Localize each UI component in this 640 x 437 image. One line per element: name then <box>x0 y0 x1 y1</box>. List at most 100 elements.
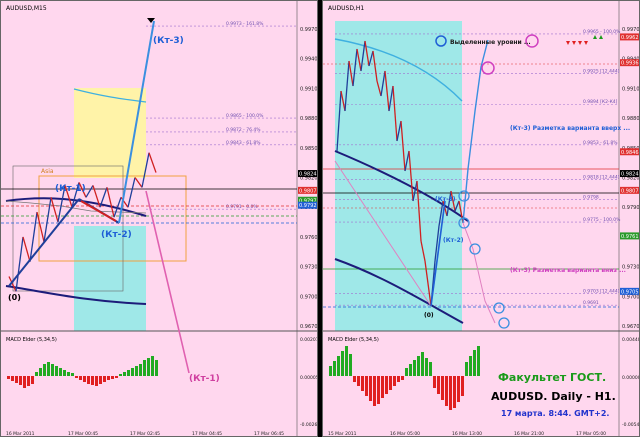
macd-bar <box>353 376 356 382</box>
macd-bar <box>47 362 50 376</box>
macd-bar <box>15 376 18 383</box>
time-tick-label: 16 Mar 21:00 <box>514 431 544 437</box>
macd-tick-label: -0.00268 <box>300 422 318 428</box>
macd-bar <box>445 376 448 406</box>
right-annot-up: (Кт-3) Разметка варианта вверх ... <box>510 125 630 132</box>
macd-bar <box>75 376 78 378</box>
right-chart-canvas[interactable]: 0.9965 - 100.0% 0.9925 [12.444] 0.9894 [К2… <box>323 1 640 437</box>
macd-bar <box>87 376 90 384</box>
macd-bar <box>469 356 472 376</box>
time-tick-label: 17 Mar 05:00 <box>576 431 606 437</box>
macd-bar <box>135 366 138 376</box>
macd-tick-label: -0.00549 <box>622 422 640 428</box>
left-price-flags: 0.98240.98070.97970.9792 <box>298 170 317 209</box>
left-label-kt1b: (Кт-1) <box>189 374 220 384</box>
price-tick-label: 0.9970 <box>300 27 318 33</box>
macd-bar <box>131 368 134 376</box>
left-chart-pane[interactable]: 0.9973 - 161.8% 0.9865 - 100.0% 0.9872 - 7… <box>0 0 318 437</box>
right-label-kt2: (Кт-2) <box>443 237 464 244</box>
macd-tick-label: 0.00005 <box>300 375 318 381</box>
price-segment <box>36 212 45 242</box>
left-ma-navy-upper <box>5 197 147 217</box>
macd-bar <box>7 376 10 379</box>
left-wave-0-1 <box>8 198 80 287</box>
macd-bar <box>457 376 460 402</box>
time-tick-label: 17 Mar 04:45 <box>192 431 222 437</box>
fib-label: 0.9973 - 161.8% <box>226 21 264 27</box>
fib-label: 0.9965 - 100.0% <box>583 29 621 35</box>
macd-bar <box>433 376 436 388</box>
macd-bar <box>385 376 388 394</box>
price-tick-label: 0.9790 <box>622 205 640 211</box>
price-segment <box>106 187 115 218</box>
macd-bar <box>409 364 412 376</box>
macd-bar <box>389 376 392 390</box>
macd-bar <box>103 376 106 382</box>
price-tick-label: 0.9730 <box>622 265 640 271</box>
right-price-flags: 0.9962 0.9936 0.9846 0.9824 0.9807 0.9761 0.97… <box>620 33 639 295</box>
right-arrows-icon <box>566 41 588 45</box>
price-segment <box>50 197 59 223</box>
left-macd-title: MACD Elder (5,34,5) <box>6 337 57 343</box>
left-label-kt2: (Кт-2) <box>101 230 132 240</box>
macd-bar <box>449 376 452 410</box>
macd-bar <box>453 376 456 408</box>
right-annot-down: (Кт-3) Разметка варианта вниз ... <box>510 267 626 274</box>
macd-bar <box>341 351 344 376</box>
macd-bar <box>151 356 154 376</box>
macd-bar <box>127 370 130 376</box>
macd-bar <box>91 376 94 385</box>
macd-bar <box>95 376 98 386</box>
price-tick-label: 0.9670 <box>622 324 640 330</box>
left-chart-canvas[interactable]: 0.9973 - 161.8% 0.9865 - 100.0% 0.9872 - 7… <box>1 1 318 437</box>
fib-label: 0.9894 [К2-К4] <box>583 99 618 105</box>
right-cyan-zone <box>335 21 462 331</box>
price-tick-label: 0.9880 <box>622 116 640 122</box>
price-flag-label: 0.9807 <box>299 188 317 194</box>
price-tick-label: 0.9730 <box>300 265 318 271</box>
macd-bar <box>329 366 332 376</box>
right-chart-pane[interactable]: 0.9965 - 100.0% 0.9925 [12.444] 0.9894 [К2… <box>322 0 640 437</box>
macd-bar <box>59 368 62 376</box>
right-projection-down <box>462 222 496 324</box>
fib-label: 0.9865 - 100.0% <box>226 113 264 119</box>
right-symbol: AUDUSD,H1 <box>328 5 364 12</box>
price-tick-label: 0.9850 <box>300 146 318 152</box>
macd-bar <box>35 372 38 376</box>
macd-tick-label: 0.00440 <box>622 337 640 343</box>
right-macd-histogram <box>329 346 480 410</box>
price-segment <box>127 177 136 208</box>
right-circle-5 <box>498 317 510 329</box>
time-tick-label: 17 Mar 06:45 <box>254 431 284 437</box>
macd-bar <box>381 376 384 398</box>
macd-bar <box>421 352 424 376</box>
time-tick-label: 16 Mar 2011 <box>6 431 35 437</box>
macd-bar <box>123 372 126 376</box>
right-macd-axis: 0.00440 0.00000 -0.00549 <box>622 337 640 428</box>
macd-bar <box>365 376 368 396</box>
left-label-kt3: (Кт-3) <box>153 36 184 46</box>
macd-bar <box>67 372 70 376</box>
price-flag-label: 0.9824 <box>299 172 317 178</box>
macd-bar <box>63 370 66 376</box>
macd-bar <box>115 376 118 378</box>
footer-line1: Факультет ГОСТ. <box>498 371 606 384</box>
price-flag-label: 0.9792 <box>299 203 317 209</box>
macd-bar <box>461 376 464 396</box>
right-arrows-up-icon <box>593 35 603 39</box>
macd-bar <box>107 376 110 380</box>
macd-bar <box>139 364 142 376</box>
macd-bar <box>361 376 364 391</box>
price-flag-label: 0.9846 <box>621 150 639 156</box>
macd-bar <box>397 376 400 382</box>
macd-bar <box>99 376 102 384</box>
macd-bar <box>441 376 444 400</box>
time-tick-label: 16 Mar 05:00 <box>390 431 420 437</box>
macd-bar <box>79 376 82 380</box>
right-circle-3 <box>469 243 481 255</box>
price-segment <box>148 152 157 173</box>
right-price-axis: 0.99700.99400.99100.98800.98500.98200.97… <box>622 27 640 330</box>
macd-bar <box>19 376 22 385</box>
left-symbol: AUDUSD,M15 <box>6 5 47 12</box>
macd-bar <box>437 376 440 394</box>
